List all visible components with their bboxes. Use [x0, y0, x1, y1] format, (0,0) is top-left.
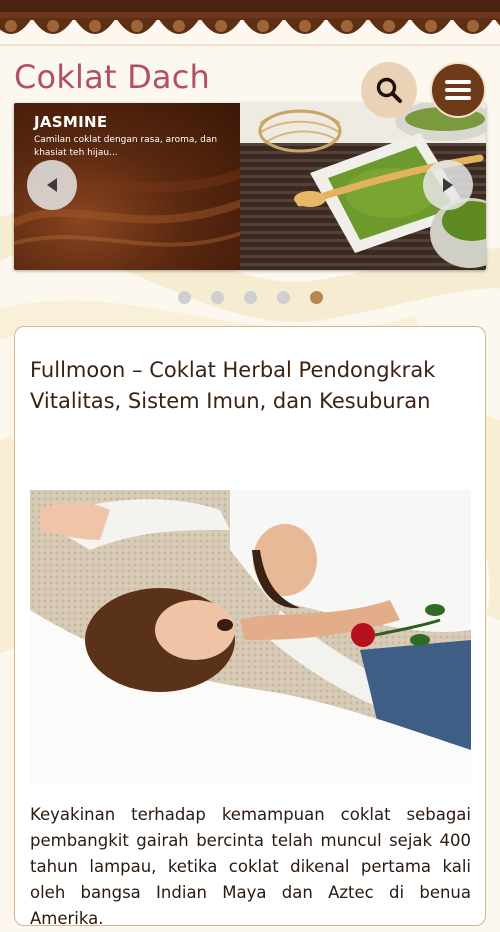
lace-dot — [383, 20, 395, 32]
lace-dot — [173, 20, 185, 32]
search-button[interactable] — [361, 62, 417, 118]
slider-prev-button[interactable] — [27, 160, 77, 210]
site-title[interactable]: Coklat Dach — [14, 58, 210, 96]
slider-dot[interactable] — [210, 291, 224, 304]
slider-dot[interactable] — [276, 291, 290, 304]
article-card: Fullmoon – Coklat Herbal Pendongkrak Vit… — [14, 326, 486, 928]
slider-dot[interactable] — [177, 291, 191, 304]
lace-scallop — [494, 18, 500, 26]
couple-photo — [30, 490, 471, 783]
site-header: Coklat Dach — [0, 46, 500, 118]
lace-dot — [47, 20, 59, 32]
slider-dot[interactable] — [243, 291, 257, 304]
hamburger-menu-icon — [445, 80, 471, 100]
lace-dot — [131, 20, 143, 32]
lace-dot — [467, 20, 479, 32]
slide-description: Camilan coklat dengan rasa, aroma, dan k… — [34, 135, 218, 158]
lace-dot — [425, 20, 437, 32]
article-title[interactable]: Fullmoon – Coklat Herbal Pendongkrak Vit… — [30, 355, 470, 417]
article-body: Keyakinan terhadap kemampuan coklat seba… — [30, 805, 471, 928]
lace-dot — [215, 20, 227, 32]
menu-button[interactable] — [430, 62, 486, 118]
lace-border-decoration — [0, 0, 500, 46]
slider-dot[interactable] — [309, 291, 323, 304]
slider-next-button[interactable] — [423, 160, 473, 210]
lace-dot — [299, 20, 311, 32]
article-image — [30, 490, 471, 783]
search-icon — [376, 77, 402, 103]
slide-title: JASMINE — [34, 113, 108, 131]
lace-dot — [5, 20, 17, 32]
lace-dot — [89, 20, 101, 32]
arrow-left-icon — [47, 178, 57, 192]
lace-dot — [257, 20, 269, 32]
lace-dot — [341, 20, 353, 32]
arrow-right-icon — [443, 178, 453, 192]
slider-pagination — [0, 291, 500, 307]
featured-slider[interactable]: JASMINE Camilan coklat dengan rasa, arom… — [14, 103, 486, 270]
